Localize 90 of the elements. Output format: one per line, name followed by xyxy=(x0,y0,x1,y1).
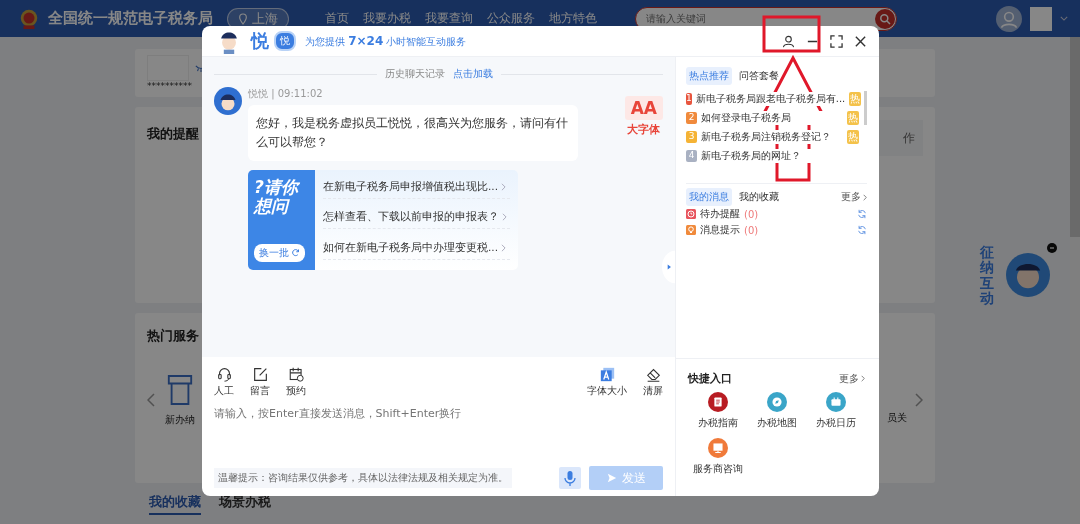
site-title: 全国统一规范电子税务局 xyxy=(48,9,213,28)
more-link[interactable]: 更多 xyxy=(841,190,867,204)
eraser-icon xyxy=(645,367,661,382)
compass-icon[interactable] xyxy=(766,392,787,412)
toolbar-button[interactable]: 人工 xyxy=(214,367,234,398)
message-category[interactable]: 待办提醒 xyxy=(700,207,740,221)
headset-icon xyxy=(216,367,232,382)
refresh-icon xyxy=(291,248,300,258)
brand-badge: 悦 xyxy=(274,31,296,51)
toolbar-button[interactable]: 预约 xyxy=(286,367,306,398)
brand-logo: 悦 xyxy=(251,29,269,53)
fullscreen-icon[interactable] xyxy=(830,34,843,48)
refresh-icon[interactable] xyxy=(857,225,867,235)
lightbulb-icon xyxy=(686,225,696,235)
document-icon[interactable] xyxy=(707,392,728,412)
card-title: 热门服务 xyxy=(147,328,199,343)
suggested-question[interactable]: 怎样查看、下载以前申报的申报表？ xyxy=(323,210,499,225)
hot-tag: 热 xyxy=(849,91,862,106)
chevron-right-icon[interactable] xyxy=(501,182,506,191)
masked-value: ********** xyxy=(147,81,192,91)
edit-icon xyxy=(252,367,268,382)
suggested-question[interactable]: 在新电子税务局申报增值税出现比... xyxy=(323,179,498,194)
username-block xyxy=(1030,6,1052,31)
message-input[interactable]: 请输入，按Enter直接发送消息，Shift+Enter换行 xyxy=(214,406,663,466)
presentation-icon[interactable] xyxy=(707,438,728,458)
card-title: 我的提醒 xyxy=(147,125,199,143)
hot-tag: 热 xyxy=(847,110,859,125)
rank-badge: 3 xyxy=(686,130,697,143)
chevron-right-icon xyxy=(861,375,865,382)
search-icon[interactable] xyxy=(875,8,895,29)
hot-question[interactable]: 新电子税务局跟老电子税务局有... xyxy=(695,91,846,106)
font-size-icon xyxy=(599,367,615,382)
nav-link[interactable]: 首页 xyxy=(325,10,349,27)
chevron-right-icon[interactable] xyxy=(915,393,923,407)
tab[interactable]: 问答套餐 xyxy=(736,67,782,85)
user-avatar-icon[interactable] xyxy=(996,5,1022,32)
chevron-right-icon[interactable] xyxy=(502,213,507,222)
refresh-icon[interactable] xyxy=(857,209,867,219)
shortcut-label[interactable]: 办税日历 xyxy=(815,416,856,430)
shortcut-label[interactable]: 办税指南 xyxy=(697,416,738,430)
section-title: 快捷入口 xyxy=(688,371,732,386)
chevron-right-icon[interactable] xyxy=(501,244,506,253)
user-icon[interactable] xyxy=(782,34,795,48)
agent-avatar-icon[interactable] xyxy=(1006,253,1050,297)
toolbar-button[interactable]: 清屏 xyxy=(643,367,663,398)
caret-icon[interactable] xyxy=(1060,16,1068,21)
annotation-box xyxy=(762,15,821,53)
shortcut-label[interactable]: 服务商咨询 xyxy=(692,462,743,476)
large-font-button[interactable]: AA 大字体 xyxy=(624,96,663,270)
message-count: (0) xyxy=(744,224,759,236)
close-icon[interactable] xyxy=(854,34,867,48)
hot-tag: 热 xyxy=(847,129,859,144)
chevron-right-icon xyxy=(863,193,867,201)
refresh-button[interactable]: 换一批 xyxy=(254,243,305,262)
message-count: (0) xyxy=(744,208,759,220)
rank-badge: 4 xyxy=(686,149,697,162)
microphone-icon[interactable] xyxy=(559,467,581,489)
calendar-icon[interactable] xyxy=(825,392,846,412)
suggested-question[interactable]: 如何在新电子税务局中办理变更税... xyxy=(323,241,498,256)
nav-link[interactable]: 我要办税 xyxy=(363,10,411,27)
tagline: 为您提供 7×24 小时智能互动服务 xyxy=(305,33,467,49)
nav-link[interactable]: 地方特色 xyxy=(549,10,597,27)
calendar-icon xyxy=(288,367,304,382)
history-label: 历史聊天记录 xyxy=(384,67,445,81)
tab[interactable]: 我的消息 xyxy=(686,188,732,206)
message-bubble: 您好，我是税务虚拟员工悦悦，很高兴为您服务，请问有什么可以帮您？ xyxy=(248,105,578,161)
tab[interactable]: 我的收藏 xyxy=(736,188,782,206)
send-icon xyxy=(606,473,617,483)
message-category[interactable]: 消息提示 xyxy=(700,223,740,237)
scrollbar[interactable] xyxy=(864,91,867,125)
tab[interactable]: 热点推荐 xyxy=(686,67,732,85)
store-icon xyxy=(166,373,194,407)
service-label[interactable]: 新办纳 xyxy=(165,413,195,427)
rank-badge: 1 xyxy=(686,92,692,105)
nav-link[interactable]: 公众服务 xyxy=(487,10,535,27)
toolbar-button[interactable]: 字体大小 xyxy=(587,367,627,398)
shortcut-label[interactable]: 办税地图 xyxy=(756,416,797,430)
clock-icon xyxy=(686,209,696,219)
location-pin-icon xyxy=(238,12,248,25)
message-meta: 悦悦 | 09:11:02 xyxy=(248,87,324,101)
service-label[interactable]: 员关 xyxy=(887,411,907,425)
agent-avatar-icon xyxy=(214,87,242,115)
chevron-left-icon[interactable] xyxy=(147,393,155,407)
more-link[interactable]: 更多 xyxy=(839,371,865,386)
load-history-link[interactable]: 点击加载 xyxy=(452,67,493,81)
notice-text: 温馨提示：咨询结果仅供参考，具体以法律法规及相关规定为准。 xyxy=(214,468,512,488)
suggestions-title: ?请你想问 xyxy=(254,177,301,216)
rank-badge: 2 xyxy=(686,111,697,124)
nav-link[interactable]: 我要查询 xyxy=(425,10,473,27)
toolbar-button[interactable]: 留言 xyxy=(250,367,270,398)
